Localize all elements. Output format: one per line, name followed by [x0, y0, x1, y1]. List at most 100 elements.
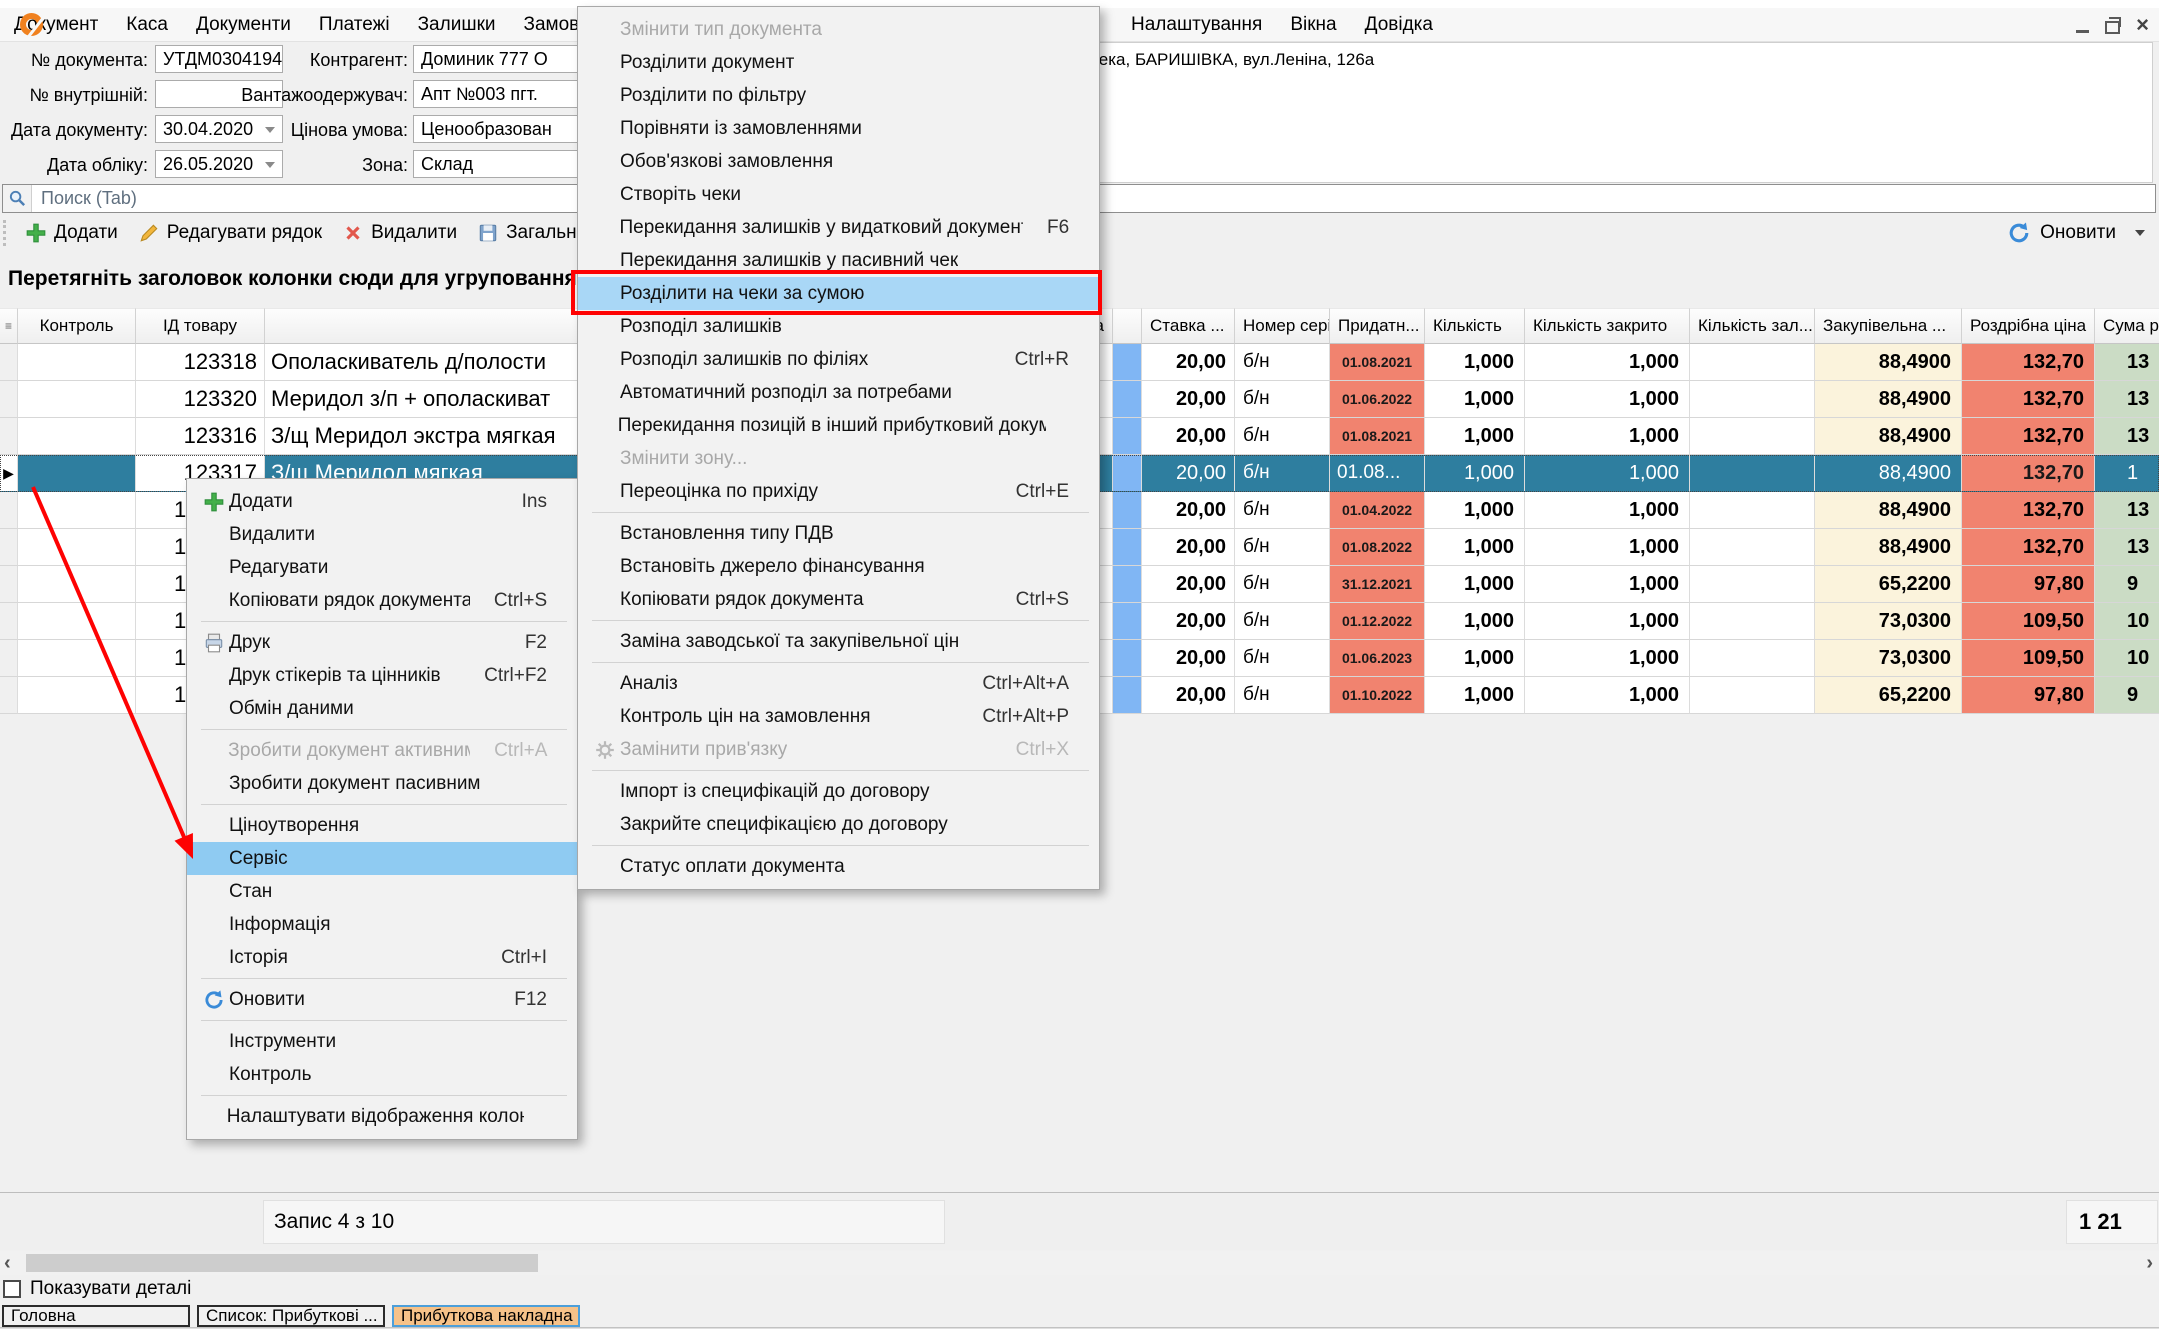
menu-item[interactable]: Контроль цін на замовлення Ctrl+Alt+P — [578, 700, 1099, 733]
cell-retail[interactable]: 132,70 — [1962, 492, 2095, 529]
cell-control[interactable] — [18, 677, 136, 714]
menu-item[interactable]: Аналіз Ctrl+Alt+A — [578, 667, 1099, 700]
cell-qty-closed[interactable]: 1,000 — [1525, 603, 1690, 640]
cell-purchase[interactable]: 65,2200 — [1815, 566, 1962, 603]
menu-item[interactable]: Обмін даними — [187, 692, 577, 725]
row-selector[interactable] — [0, 492, 18, 529]
header-purchase[interactable]: Закупівельна ... — [1815, 308, 1962, 344]
show-details-toggle[interactable]: Показувати деталі — [3, 1278, 191, 1300]
cell-control[interactable] — [18, 455, 136, 492]
menu-item[interactable]: Перекидання залишків у видатковий докуме… — [578, 211, 1099, 244]
cell-vat[interactable]: 20,00 — [1142, 381, 1235, 418]
menu-item[interactable]: Замінити прив'язку Ctrl+X — [578, 733, 1099, 766]
menu-item[interactable]: Друк стікерів та цінників Ctrl+F2 — [187, 659, 577, 692]
cell-total[interactable]: 1 — [2095, 455, 2159, 492]
cell-series[interactable]: б/н — [1235, 603, 1330, 640]
cell-qty-rem[interactable] — [1690, 640, 1815, 677]
cell-qty-rem[interactable] — [1690, 566, 1815, 603]
menu-item[interactable]: Контроль — [187, 1058, 577, 1091]
menu-item[interactable]: Переоцінка по прихіду Ctrl+E — [578, 475, 1099, 508]
cell-indicator[interactable] — [1113, 603, 1142, 640]
cell-indicator[interactable] — [1113, 640, 1142, 677]
menu-item[interactable] — [187, 1091, 577, 1100]
menu-item[interactable]: Перекидання позицій в інший прибутковий … — [578, 409, 1099, 442]
row-selector[interactable] — [0, 418, 18, 455]
cell-qty[interactable]: 1,000 — [1425, 381, 1525, 418]
menu-item[interactable]: Заміна заводської та закупівельної цін — [578, 625, 1099, 658]
menu-item[interactable] — [187, 1016, 577, 1025]
cell-indicator[interactable] — [1113, 566, 1142, 603]
cell-series[interactable]: б/н — [1235, 640, 1330, 677]
cell-retail[interactable]: 97,80 — [1962, 677, 2095, 714]
cell-series[interactable]: б/н — [1235, 381, 1330, 418]
cell-control[interactable] — [18, 344, 136, 381]
menu-item[interactable]: Змінити тип документа — [578, 13, 1099, 46]
cell-series[interactable]: б/н — [1235, 418, 1330, 455]
cell-series[interactable]: б/н — [1235, 677, 1330, 714]
cell-qty[interactable]: 1,000 — [1425, 455, 1525, 492]
cell-retail[interactable]: 97,80 — [1962, 566, 2095, 603]
cell-retail[interactable]: 109,50 — [1962, 640, 2095, 677]
cell-vat[interactable]: 20,00 — [1142, 455, 1235, 492]
cell-total[interactable]: 13 — [2095, 492, 2159, 529]
menu-item[interactable] — [187, 617, 577, 626]
cell-series[interactable]: б/н — [1235, 344, 1330, 381]
menu-item[interactable] — [187, 974, 577, 983]
cell-qty-rem[interactable] — [1690, 455, 1815, 492]
cell-indicator[interactable] — [1113, 677, 1142, 714]
cell-qty-closed[interactable]: 1,000 — [1525, 492, 1690, 529]
cell-indicator[interactable] — [1113, 381, 1142, 418]
cell-control[interactable] — [18, 566, 136, 603]
cell-control[interactable] — [18, 640, 136, 677]
cell-control[interactable] — [18, 529, 136, 566]
cell-control[interactable] — [18, 603, 136, 640]
menu-item[interactable] — [578, 766, 1099, 775]
row-selector[interactable] — [0, 566, 18, 603]
cell-qty[interactable]: 1,000 — [1425, 344, 1525, 381]
cell-indicator[interactable] — [1113, 492, 1142, 529]
menu-item[interactable]: Розділити документ — [578, 46, 1099, 79]
cell-purchase[interactable]: 88,4900 — [1815, 529, 1962, 566]
cell-expiry[interactable]: 01.06.2022 — [1330, 381, 1425, 418]
menu-item[interactable]: Обов'язкові замовлення — [578, 145, 1099, 178]
cell-qty-rem[interactable] — [1690, 418, 1815, 455]
cell-expiry[interactable]: 01.08... — [1330, 455, 1425, 492]
cell-retail[interactable]: 132,70 — [1962, 344, 2095, 381]
cell-series[interactable]: б/н — [1235, 455, 1330, 492]
cell-total[interactable]: 10 — [2095, 603, 2159, 640]
menu-item[interactable]: Друк F2 — [187, 626, 577, 659]
toolbar-button[interactable]: Видалити — [332, 222, 467, 244]
header-qty-rem[interactable]: Кількість зал... — [1690, 308, 1815, 344]
cell-expiry[interactable]: 01.08.2022 — [1330, 529, 1425, 566]
menu-item[interactable]: Стан — [187, 875, 577, 908]
cell-purchase[interactable]: 88,4900 — [1815, 381, 1962, 418]
cell-qty-closed[interactable]: 1,000 — [1525, 344, 1690, 381]
header-expiry[interactable]: Придатн... — [1330, 308, 1425, 344]
menu-item[interactable]: Редагувати — [187, 551, 577, 584]
menubar-item[interactable]: Каса — [112, 14, 182, 36]
cell-qty-rem[interactable] — [1690, 529, 1815, 566]
row-selector[interactable] — [0, 529, 18, 566]
menu-item[interactable]: Встановлення типу ПДВ — [578, 517, 1099, 550]
menu-item[interactable] — [578, 658, 1099, 667]
cell-expiry[interactable]: 01.10.2022 — [1330, 677, 1425, 714]
caret-down-icon[interactable] — [2135, 230, 2145, 236]
checkbox-icon[interactable] — [3, 1280, 21, 1298]
menu-item[interactable]: Створіть чеки — [578, 178, 1099, 211]
cell-control[interactable] — [18, 492, 136, 529]
cell-qty-closed[interactable]: 1,000 — [1525, 640, 1690, 677]
cell-vat[interactable]: 20,00 — [1142, 492, 1235, 529]
row-selector[interactable]: ▶ — [0, 455, 18, 492]
cell-qty[interactable]: 1,000 — [1425, 492, 1525, 529]
menu-item[interactable]: Зробити документ активним Ctrl+A — [187, 734, 577, 767]
cell-vat[interactable]: 20,00 — [1142, 640, 1235, 677]
menu-item[interactable]: Копіювати рядок документа Ctrl+S — [578, 583, 1099, 616]
cell-qty[interactable]: 1,000 — [1425, 566, 1525, 603]
scrollbar-thumb[interactable] — [26, 1254, 538, 1272]
header-series[interactable]: Номер серії — [1235, 308, 1330, 344]
cell-retail[interactable]: 109,50 — [1962, 603, 2095, 640]
cell-total[interactable]: 9 — [2095, 677, 2159, 714]
menu-item[interactable]: Розподіл залишків по філіях Ctrl+R — [578, 343, 1099, 376]
cell-qty-rem[interactable] — [1690, 603, 1815, 640]
row-selector[interactable] — [0, 677, 18, 714]
